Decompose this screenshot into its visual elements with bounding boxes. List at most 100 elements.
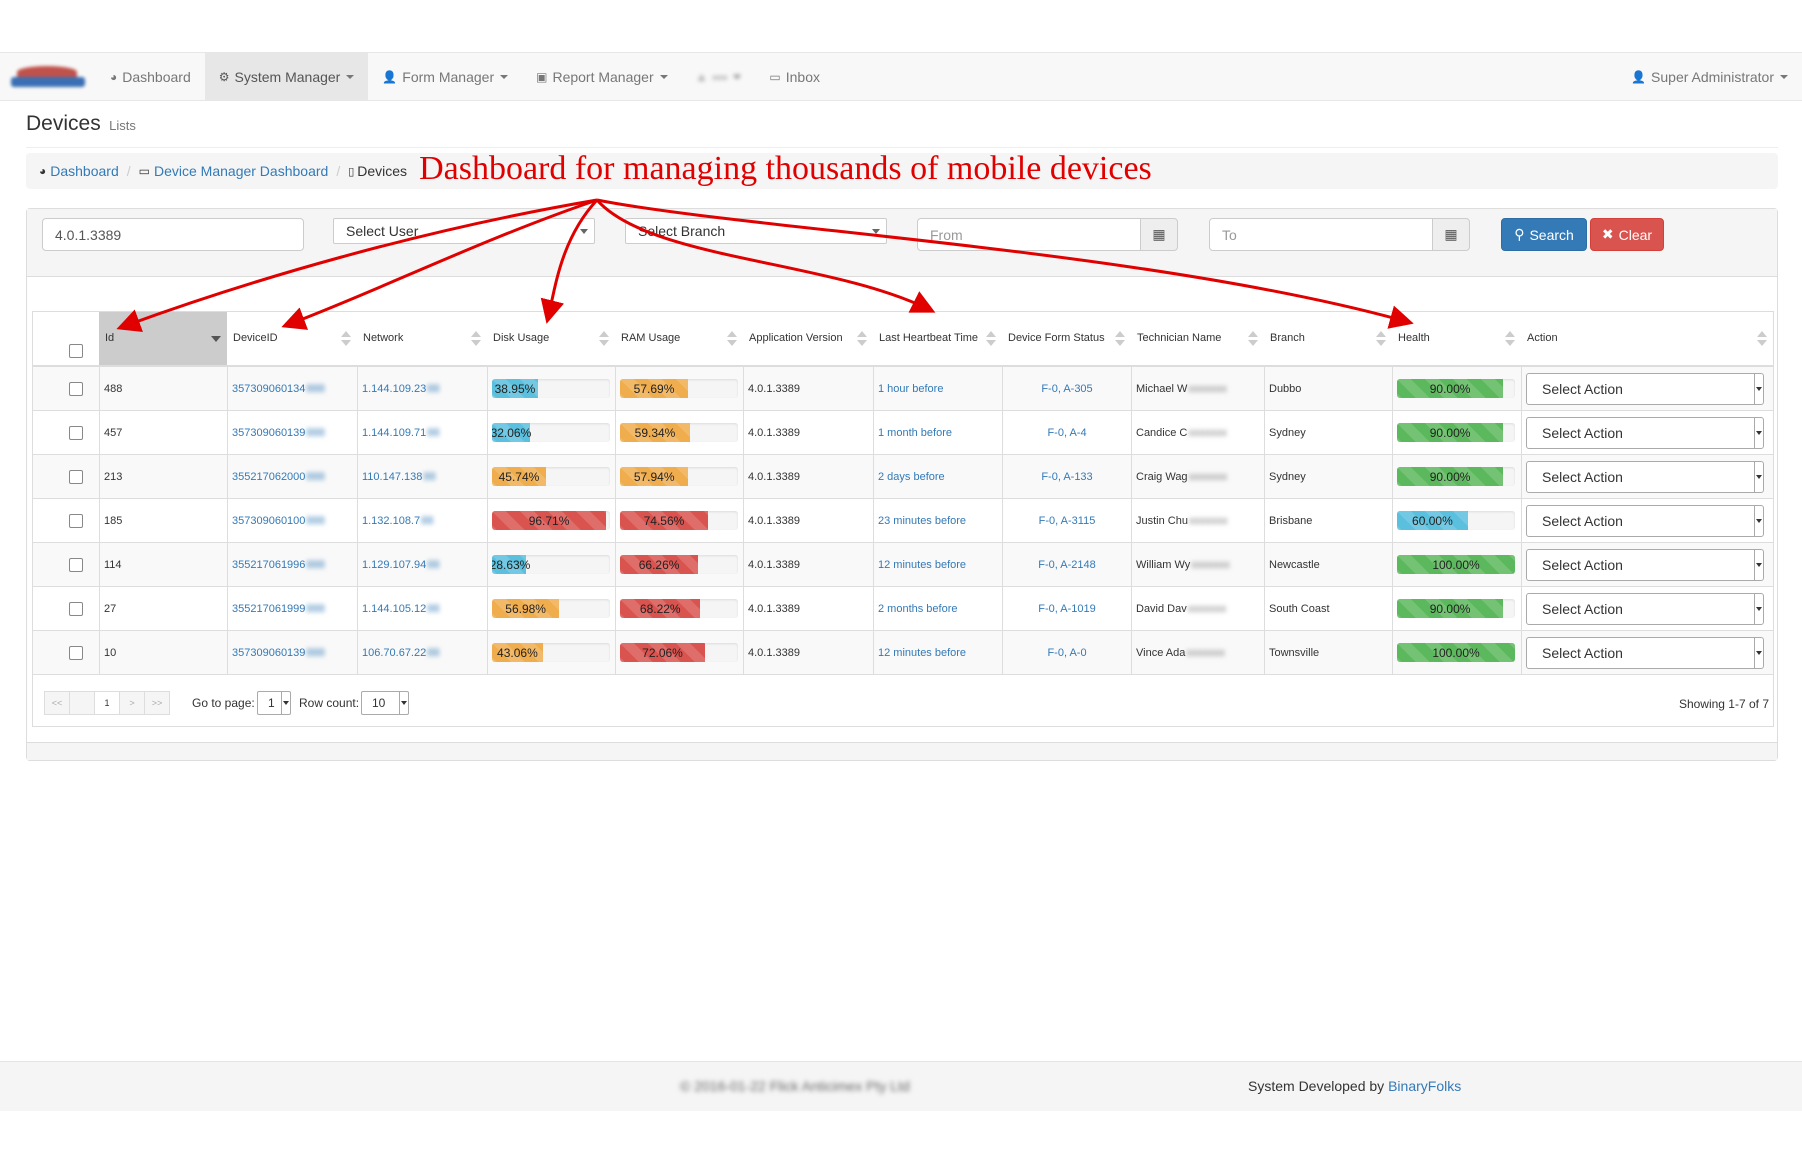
- chevron-down-icon: [1754, 593, 1763, 624]
- action-select[interactable]: Select Action: [1526, 460, 1764, 493]
- table-row: 213 355217062000888 110.147.13888 45.74% 57.…: [33, 455, 1773, 499]
- row-checkbox[interactable]: [69, 426, 83, 440]
- next-page-button[interactable]: >: [119, 691, 145, 715]
- column-header-disk-usage[interactable]: Disk Usage: [487, 312, 615, 365]
- form-status-link[interactable]: F-0, A-0: [1047, 647, 1086, 659]
- form-status-link[interactable]: F-0, A-1019: [1038, 603, 1095, 615]
- device-id-link[interactable]: 357309060100888: [232, 515, 325, 527]
- row-checkbox[interactable]: [69, 470, 83, 484]
- device-id-link[interactable]: 357309060134888: [232, 383, 325, 395]
- app-version: 4.0.1.3389: [748, 514, 800, 527]
- breadcrumb-device-manager[interactable]: Device Manager Dashboard: [154, 163, 328, 179]
- device-id-link[interactable]: 355217061999888: [232, 603, 325, 615]
- action-select[interactable]: Select Action: [1526, 416, 1764, 449]
- form-status-link[interactable]: F-0, A-4: [1047, 427, 1086, 439]
- network-link[interactable]: 110.147.13888: [362, 471, 436, 483]
- column-header-branch[interactable]: Branch: [1264, 312, 1392, 365]
- page-button-1[interactable]: 1: [94, 691, 120, 715]
- network-value: 1.144.109.71: [362, 426, 427, 439]
- network-link[interactable]: 1.132.108.788: [362, 515, 433, 527]
- from-date-input[interactable]: From: [917, 218, 1141, 251]
- search-button[interactable]: ⚲ Search: [1501, 218, 1587, 251]
- column-header-id[interactable]: Id: [99, 312, 227, 365]
- search-input[interactable]: 4.0.1.3389: [42, 218, 304, 251]
- column-header-deviceid[interactable]: DeviceID: [227, 312, 357, 365]
- nav-form-manager[interactable]: 👤 Form Manager: [368, 52, 522, 101]
- heartbeat-link[interactable]: 12 minutes before: [878, 559, 966, 571]
- last-page-button[interactable]: >>: [144, 691, 170, 715]
- heartbeat-link[interactable]: 23 minutes before: [878, 515, 966, 527]
- branch-select[interactable]: Select Branch: [625, 218, 887, 244]
- breadcrumb-dashboard[interactable]: Dashboard: [50, 163, 119, 179]
- column-header-network[interactable]: Network: [357, 312, 487, 365]
- select-all-checkbox[interactable]: [69, 344, 83, 358]
- nav-dashboard[interactable]: ◕ Dashboard: [96, 52, 205, 101]
- nav-blurred-menu[interactable]: ▲ ▪▪▪: [682, 52, 756, 101]
- column-header-ram-usage[interactable]: RAM Usage: [615, 312, 743, 365]
- column-header-form-status[interactable]: Device Form Status: [1002, 312, 1131, 365]
- form-status-link[interactable]: F-0, A-133: [1041, 471, 1092, 483]
- row-checkbox[interactable]: [69, 602, 83, 616]
- action-select[interactable]: Select Action: [1526, 592, 1764, 625]
- cell-form-status: F-0, A-3115: [1002, 499, 1131, 542]
- network-redacted: 88: [427, 602, 440, 615]
- device-id-link[interactable]: 357309060139888: [232, 647, 325, 659]
- nav-system-manager[interactable]: ⚙ System Manager: [204, 52, 369, 101]
- column-header-heartbeat[interactable]: Last Heartbeat Time: [873, 312, 1002, 365]
- user-menu[interactable]: 👤 Super Administrator: [1617, 52, 1802, 101]
- row-checkbox[interactable]: [69, 514, 83, 528]
- form-status-link[interactable]: F-0, A-3115: [1039, 515, 1096, 527]
- row-checkbox[interactable]: [69, 558, 83, 572]
- cell-network: 1.144.105.1288: [357, 587, 487, 630]
- column-header-technician[interactable]: Technician Name: [1131, 312, 1264, 365]
- developer-link[interactable]: BinaryFolks: [1388, 1078, 1461, 1094]
- goto-page-select[interactable]: 1: [257, 691, 291, 715]
- row-checkbox[interactable]: [69, 646, 83, 660]
- form-status-link[interactable]: F-0, A-305: [1041, 383, 1092, 395]
- page-header: Devices Lists: [26, 112, 1778, 148]
- filter-bar: 4.0.1.3389 Select User Select Branch Fro…: [27, 209, 1777, 277]
- network-link[interactable]: 106.70.67.2288: [362, 647, 439, 659]
- nav-form-manager-label: Form Manager: [402, 68, 495, 85]
- heartbeat-link[interactable]: 2 days before: [878, 471, 945, 483]
- heartbeat-link[interactable]: 2 months before: [878, 603, 958, 615]
- cell-id: 10: [99, 631, 227, 674]
- calendar-icon[interactable]: ▦: [1432, 218, 1470, 251]
- clear-button[interactable]: ✖ Clear: [1590, 218, 1664, 251]
- to-date-input[interactable]: To: [1209, 218, 1433, 251]
- device-id-link[interactable]: 355217062000888: [232, 471, 325, 483]
- cell-deviceid: 355217061999888: [227, 587, 357, 630]
- nav-inbox[interactable]: ▭ Inbox: [755, 52, 834, 101]
- network-link[interactable]: 1.129.107.9488: [362, 559, 439, 571]
- network-link[interactable]: 1.144.105.1288: [362, 603, 439, 615]
- network-link[interactable]: 1.144.109.2388: [362, 383, 439, 395]
- action-select[interactable]: Select Action: [1526, 372, 1764, 405]
- heartbeat-link[interactable]: 1 month before: [878, 427, 952, 439]
- column-header-health[interactable]: Health: [1392, 312, 1521, 365]
- cell-deviceid: 357309060100888: [227, 499, 357, 542]
- row-count-select[interactable]: 10: [361, 691, 409, 715]
- form-status-link[interactable]: F-0, A-2148: [1038, 559, 1095, 571]
- device-id-link[interactable]: 355217061996888: [232, 559, 325, 571]
- row-checkbox[interactable]: [69, 382, 83, 396]
- network-link[interactable]: 1.144.109.7188: [362, 427, 439, 439]
- nav-report-manager[interactable]: ▣ Report Manager: [522, 52, 682, 101]
- action-select[interactable]: Select Action: [1526, 636, 1764, 669]
- cell-deviceid: 357309060139888: [227, 631, 357, 674]
- action-select[interactable]: Select Action: [1526, 504, 1764, 537]
- heartbeat-link[interactable]: 12 minutes before: [878, 647, 966, 659]
- network-redacted: 88: [421, 514, 434, 527]
- column-header-action[interactable]: Action: [1521, 312, 1773, 365]
- cell-version: 4.0.1.3389: [743, 631, 873, 674]
- cell-action: Select Action: [1521, 499, 1773, 542]
- device-id-link[interactable]: 357309060139888: [232, 427, 325, 439]
- calendar-icon[interactable]: ▦: [1140, 218, 1178, 251]
- logo[interactable]: [0, 52, 96, 101]
- user-select[interactable]: Select User: [333, 218, 595, 244]
- action-select[interactable]: Select Action: [1526, 548, 1764, 581]
- device-id-visible: 357309060139: [232, 426, 306, 439]
- navbar: ◕ Dashboard ⚙ System Manager 👤 Form Mana…: [0, 52, 1802, 101]
- first-page-button[interactable]: <<: [44, 691, 70, 715]
- heartbeat-link[interactable]: 1 hour before: [878, 383, 943, 395]
- column-header-app-version[interactable]: Application Version: [743, 312, 873, 365]
